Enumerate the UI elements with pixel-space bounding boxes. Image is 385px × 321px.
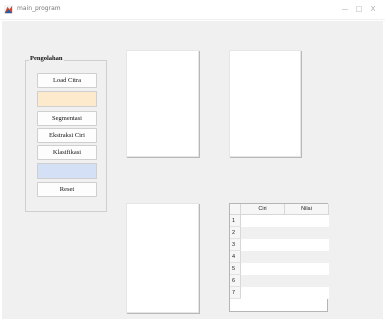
row-header-3: 3: [230, 239, 241, 251]
row-header-1: 1: [230, 215, 241, 227]
table-cell-ciri[interactable]: [241, 239, 285, 251]
table-cell-ciri[interactable]: [241, 287, 285, 299]
table-cell-ciri[interactable]: [241, 227, 285, 239]
features-table[interactable]: Ciri Nilai 1234567: [229, 203, 329, 312]
title-bar[interactable]: main_program — □ X: [0, 0, 385, 20]
table-cell-nilai[interactable]: [285, 287, 329, 299]
reset-button[interactable]: Reset: [37, 182, 97, 197]
column-header-ciri[interactable]: Ciri: [241, 204, 285, 215]
table-cell-nilai[interactable]: [285, 239, 329, 251]
pengolahan-panel: Pengolahan Load Citra Segmentasi Ekstrak…: [25, 55, 107, 212]
row-header-4: 4: [230, 251, 241, 263]
panel-title: Pengolahan: [29, 55, 64, 62]
table-cell-ciri[interactable]: [241, 251, 285, 263]
klasifikasi-button[interactable]: Klasifikasi: [37, 145, 97, 160]
result-field-bottom[interactable]: [37, 163, 97, 179]
image-axes-1[interactable]: [126, 50, 199, 157]
row-header-2: 2: [230, 227, 241, 239]
column-header-nilai[interactable]: Nilai: [285, 204, 329, 215]
row-header-6: 6: [230, 275, 241, 287]
matlab-app-icon: [4, 5, 13, 14]
load-citra-button[interactable]: Load Citra: [37, 73, 97, 88]
close-icon[interactable]: X: [366, 3, 380, 15]
status-field-top[interactable]: [37, 91, 97, 107]
table-cell-ciri[interactable]: [241, 263, 285, 275]
row-header-7: 7: [230, 287, 241, 299]
window-title: main_program: [17, 5, 61, 12]
maximize-icon[interactable]: □: [352, 3, 366, 15]
image-axes-3[interactable]: [126, 203, 199, 313]
table-corner-cell: [230, 204, 241, 215]
table-cell-ciri[interactable]: [241, 215, 285, 227]
table-cell-nilai[interactable]: [285, 227, 329, 239]
image-axes-2[interactable]: [229, 50, 301, 157]
minimize-icon[interactable]: —: [338, 3, 352, 15]
table-cell-nilai[interactable]: [285, 275, 329, 287]
table-cell-nilai[interactable]: [285, 251, 329, 263]
table-cell-nilai[interactable]: [285, 215, 329, 227]
ekstraksi-ciri-button[interactable]: Ekstraksi Ciri: [37, 128, 97, 143]
row-header-5: 5: [230, 263, 241, 275]
table-cell-ciri[interactable]: [241, 275, 285, 287]
table-cell-nilai[interactable]: [285, 263, 329, 275]
segmentasi-button[interactable]: Segmentasi: [37, 111, 97, 126]
